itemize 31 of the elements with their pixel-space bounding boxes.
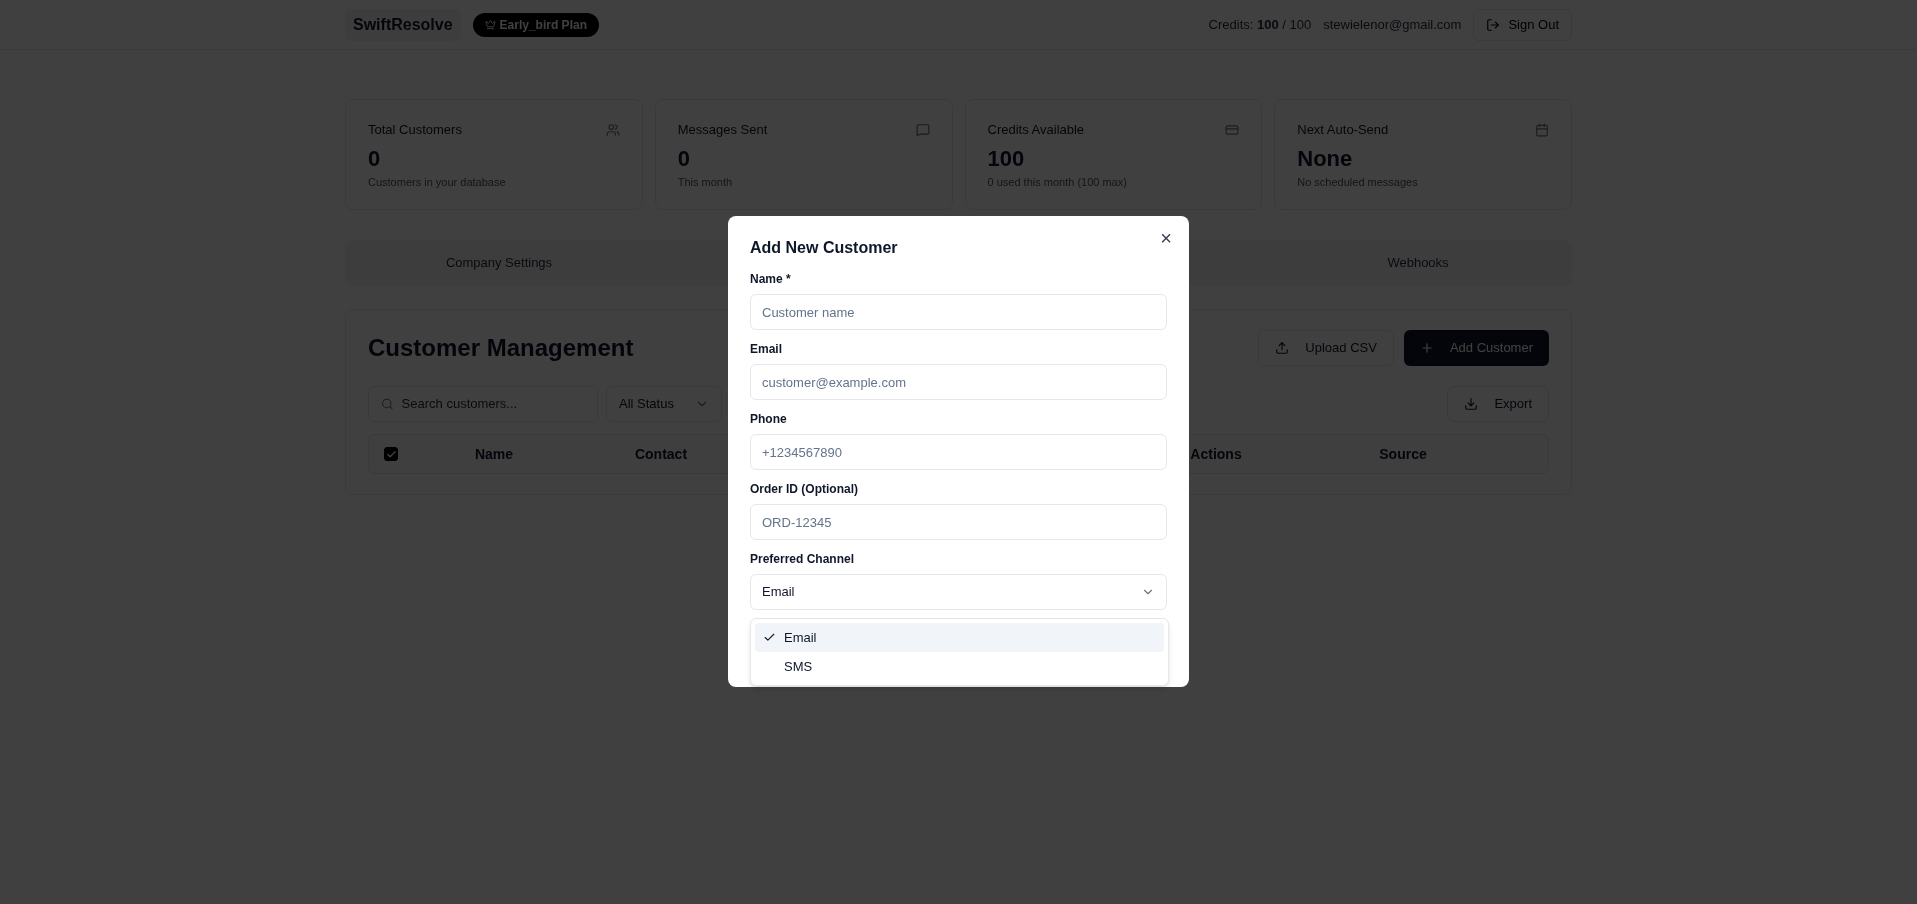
stat-value: 0 (677, 147, 691, 170)
text-field[interactable]: customer@example.com (750, 364, 1167, 400)
stat-value: 100 (987, 147, 1026, 170)
field-label: Order ID (Optional) (750, 481, 859, 498)
dialog-title: Add New Customer (750, 238, 899, 258)
stat-title: Messages Sent (677, 121, 768, 139)
text-field[interactable]: +1234567890 (750, 434, 1167, 470)
credits-counter: Credits: 100 / 100 (1208, 15, 1312, 34)
search-input[interactable]: Search customers... (401, 394, 585, 414)
column-header: Contact (634, 445, 688, 462)
field-label: Preferred Channel (750, 551, 856, 568)
column-header: Name (474, 445, 514, 462)
text-field[interactable]: ORD-12345 (750, 504, 1167, 540)
panel-title: Customer Management (368, 333, 634, 363)
user-email: stewielenor@gmail.com (1323, 15, 1462, 34)
channel-select[interactable]: Email (750, 574, 1167, 610)
menu-option[interactable]: Email (755, 623, 1164, 652)
stat-title: Next Auto-Send (1297, 121, 1389, 139)
close-button[interactable]: × (1160, 228, 1172, 248)
column-header: Source (1379, 445, 1427, 462)
field-label: Phone (750, 411, 788, 428)
check-icon (763, 631, 776, 644)
menu-option[interactable]: SMS (755, 652, 1164, 681)
stat-value: None (1297, 147, 1354, 170)
field-label: Name * (750, 271, 792, 288)
stat-title: Credits Available (987, 121, 1085, 139)
column-header: Actions (1190, 445, 1242, 462)
text-field[interactable]: Customer name (750, 294, 1167, 330)
stat-value: 0 (368, 147, 382, 170)
stat-title: Total Customers (368, 121, 462, 139)
field-label: Email (750, 341, 783, 358)
